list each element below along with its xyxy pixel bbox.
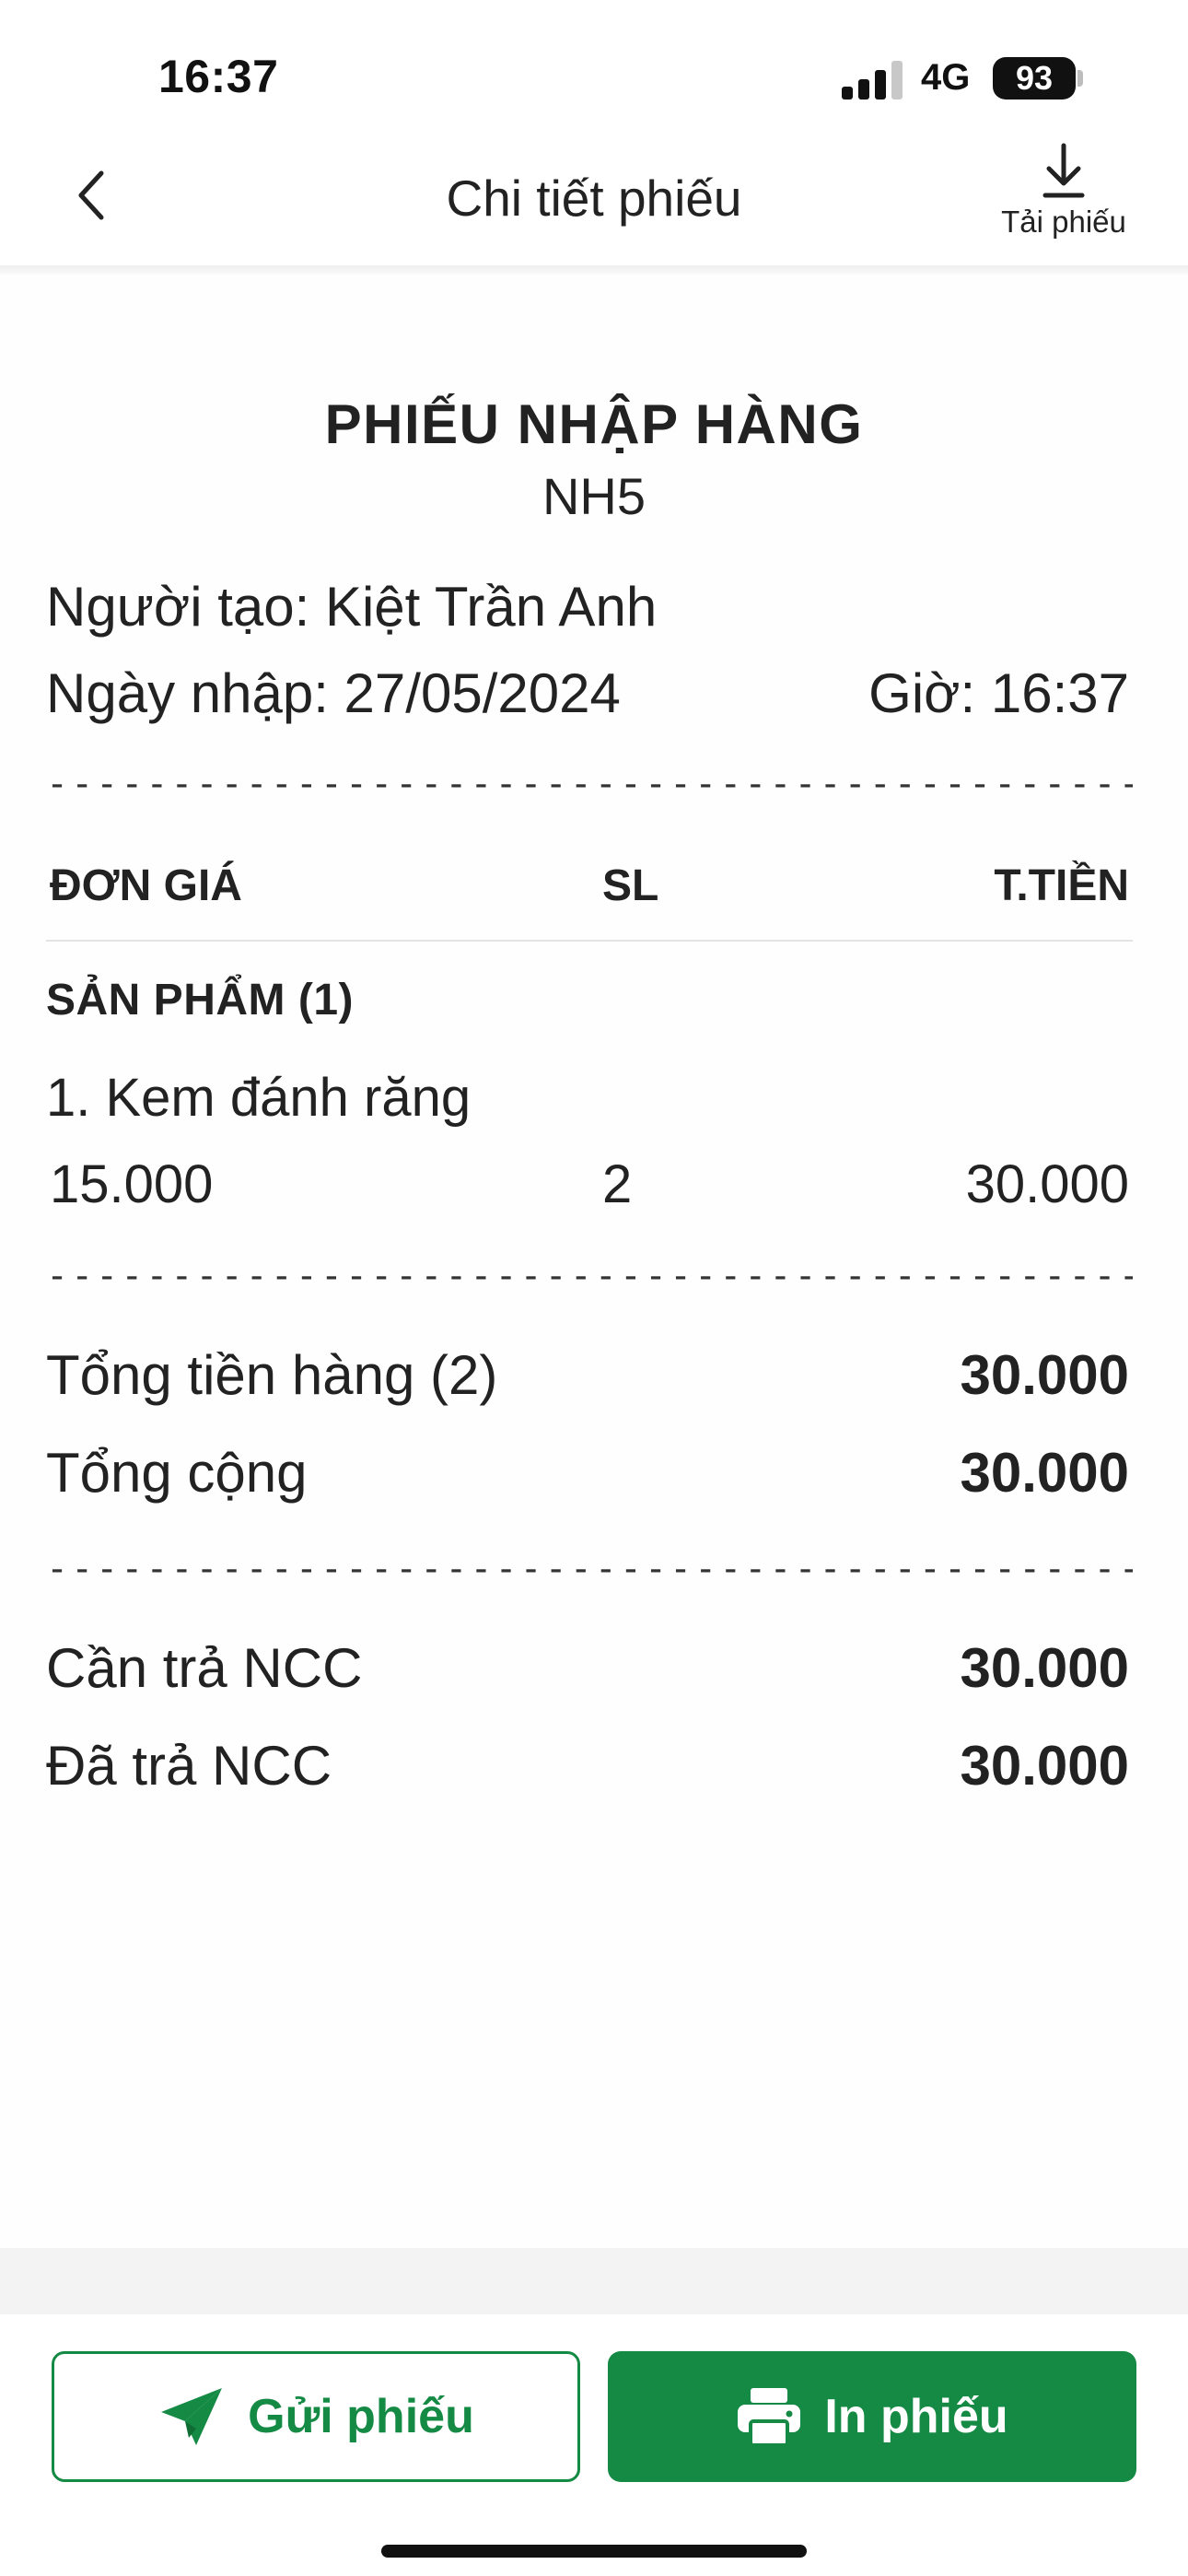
nav-divider bbox=[0, 265, 1188, 275]
products-section-label: SẢN PHẨM (1) bbox=[46, 976, 355, 1025]
amount-paid-value: 30.000 bbox=[960, 1735, 1129, 1797]
printer-icon bbox=[738, 2388, 801, 2447]
print-receipt-button[interactable]: In phiếu bbox=[608, 2351, 1136, 2482]
table-row: 15.000 2 30.000 bbox=[46, 1153, 1129, 1218]
footer-separator bbox=[0, 2248, 1188, 2314]
send-receipt-label: Gửi phiếu bbox=[248, 2390, 474, 2443]
dashed-divider: ----------------------------------------… bbox=[46, 763, 1133, 805]
total-row: Tổng cộng 30.000 bbox=[46, 1441, 1129, 1505]
subtotal-value: 30.000 bbox=[960, 1344, 1129, 1406]
paper-plane-icon bbox=[161, 2388, 223, 2445]
amount-paid-row: Đã trả NCC 30.000 bbox=[46, 1734, 1129, 1797]
receipt-content: PHIẾU NHẬP HÀNG NH5 Người tạo: Kiệt Trần… bbox=[0, 275, 1188, 2248]
column-unit-price: ĐƠN GIÁ bbox=[50, 861, 242, 910]
battery-icon: 93 bbox=[993, 57, 1076, 100]
table-header-divider bbox=[46, 940, 1133, 942]
receipt-code: NH5 bbox=[542, 467, 646, 525]
status-time: 16:37 bbox=[158, 51, 279, 102]
creator-row: Người tạo: Kiệt Trần Anh bbox=[46, 575, 1129, 638]
import-date: Ngày nhập: 27/05/2024 bbox=[46, 662, 621, 724]
amount-due-row: Cần trả NCC 30.000 bbox=[46, 1636, 1129, 1700]
column-quantity: SL bbox=[602, 861, 659, 910]
total-value: 30.000 bbox=[960, 1442, 1129, 1504]
status-bar: 16:37 4G 93 bbox=[0, 0, 1188, 138]
download-label: Tải phiếu bbox=[1001, 205, 1126, 239]
amount-due-label: Cần trả NCC bbox=[46, 1637, 363, 1699]
import-time: Giờ: 16:37 bbox=[868, 662, 1129, 724]
subtotal-row: Tổng tiền hàng (2) 30.000 bbox=[46, 1343, 1129, 1407]
receipt-detail-screen: 16:37 4G 93 Chi tiết phiếu Tải phiếu PHI… bbox=[0, 0, 1188, 2576]
download-button[interactable]: Tải phiếu bbox=[985, 142, 1142, 252]
battery-tip bbox=[1077, 70, 1083, 87]
receipt-title: PHIẾU NHẬP HÀNG bbox=[324, 393, 864, 455]
total-label: Tổng cộng bbox=[46, 1442, 308, 1504]
item-name: 1. Kem đánh răng bbox=[46, 1068, 472, 1128]
subtotal-label: Tổng tiền hàng (2) bbox=[46, 1344, 498, 1406]
item-quantity: 2 bbox=[602, 1154, 633, 1214]
send-receipt-button[interactable]: Gửi phiếu bbox=[52, 2351, 580, 2482]
cellular-signal-icon bbox=[842, 61, 903, 100]
item-unit-price: 15.000 bbox=[50, 1154, 214, 1214]
table-header: ĐƠN GIÁ SL T.TIỀN bbox=[46, 861, 1129, 916]
date-time-row: Ngày nhập: 27/05/2024 Giờ: 16:37 bbox=[46, 662, 1129, 725]
column-amount: T.TIỀN bbox=[994, 861, 1129, 910]
creator-text: Người tạo: Kiệt Trần Anh bbox=[46, 576, 658, 638]
network-type: 4G bbox=[921, 57, 971, 98]
print-receipt-label: In phiếu bbox=[824, 2390, 1008, 2443]
item-amount: 30.000 bbox=[965, 1154, 1129, 1214]
amount-due-value: 30.000 bbox=[960, 1637, 1129, 1699]
footer-actions: Gửi phiếu In phiếu bbox=[0, 2314, 1188, 2576]
download-icon bbox=[1042, 143, 1085, 198]
home-indicator bbox=[381, 2545, 807, 2558]
amount-paid-label: Đã trả NCC bbox=[46, 1735, 332, 1797]
dashed-divider: ----------------------------------------… bbox=[46, 1548, 1133, 1590]
nav-bar: Chi tiết phiếu Tải phiếu bbox=[0, 138, 1188, 267]
dashed-divider: ----------------------------------------… bbox=[46, 1255, 1133, 1297]
